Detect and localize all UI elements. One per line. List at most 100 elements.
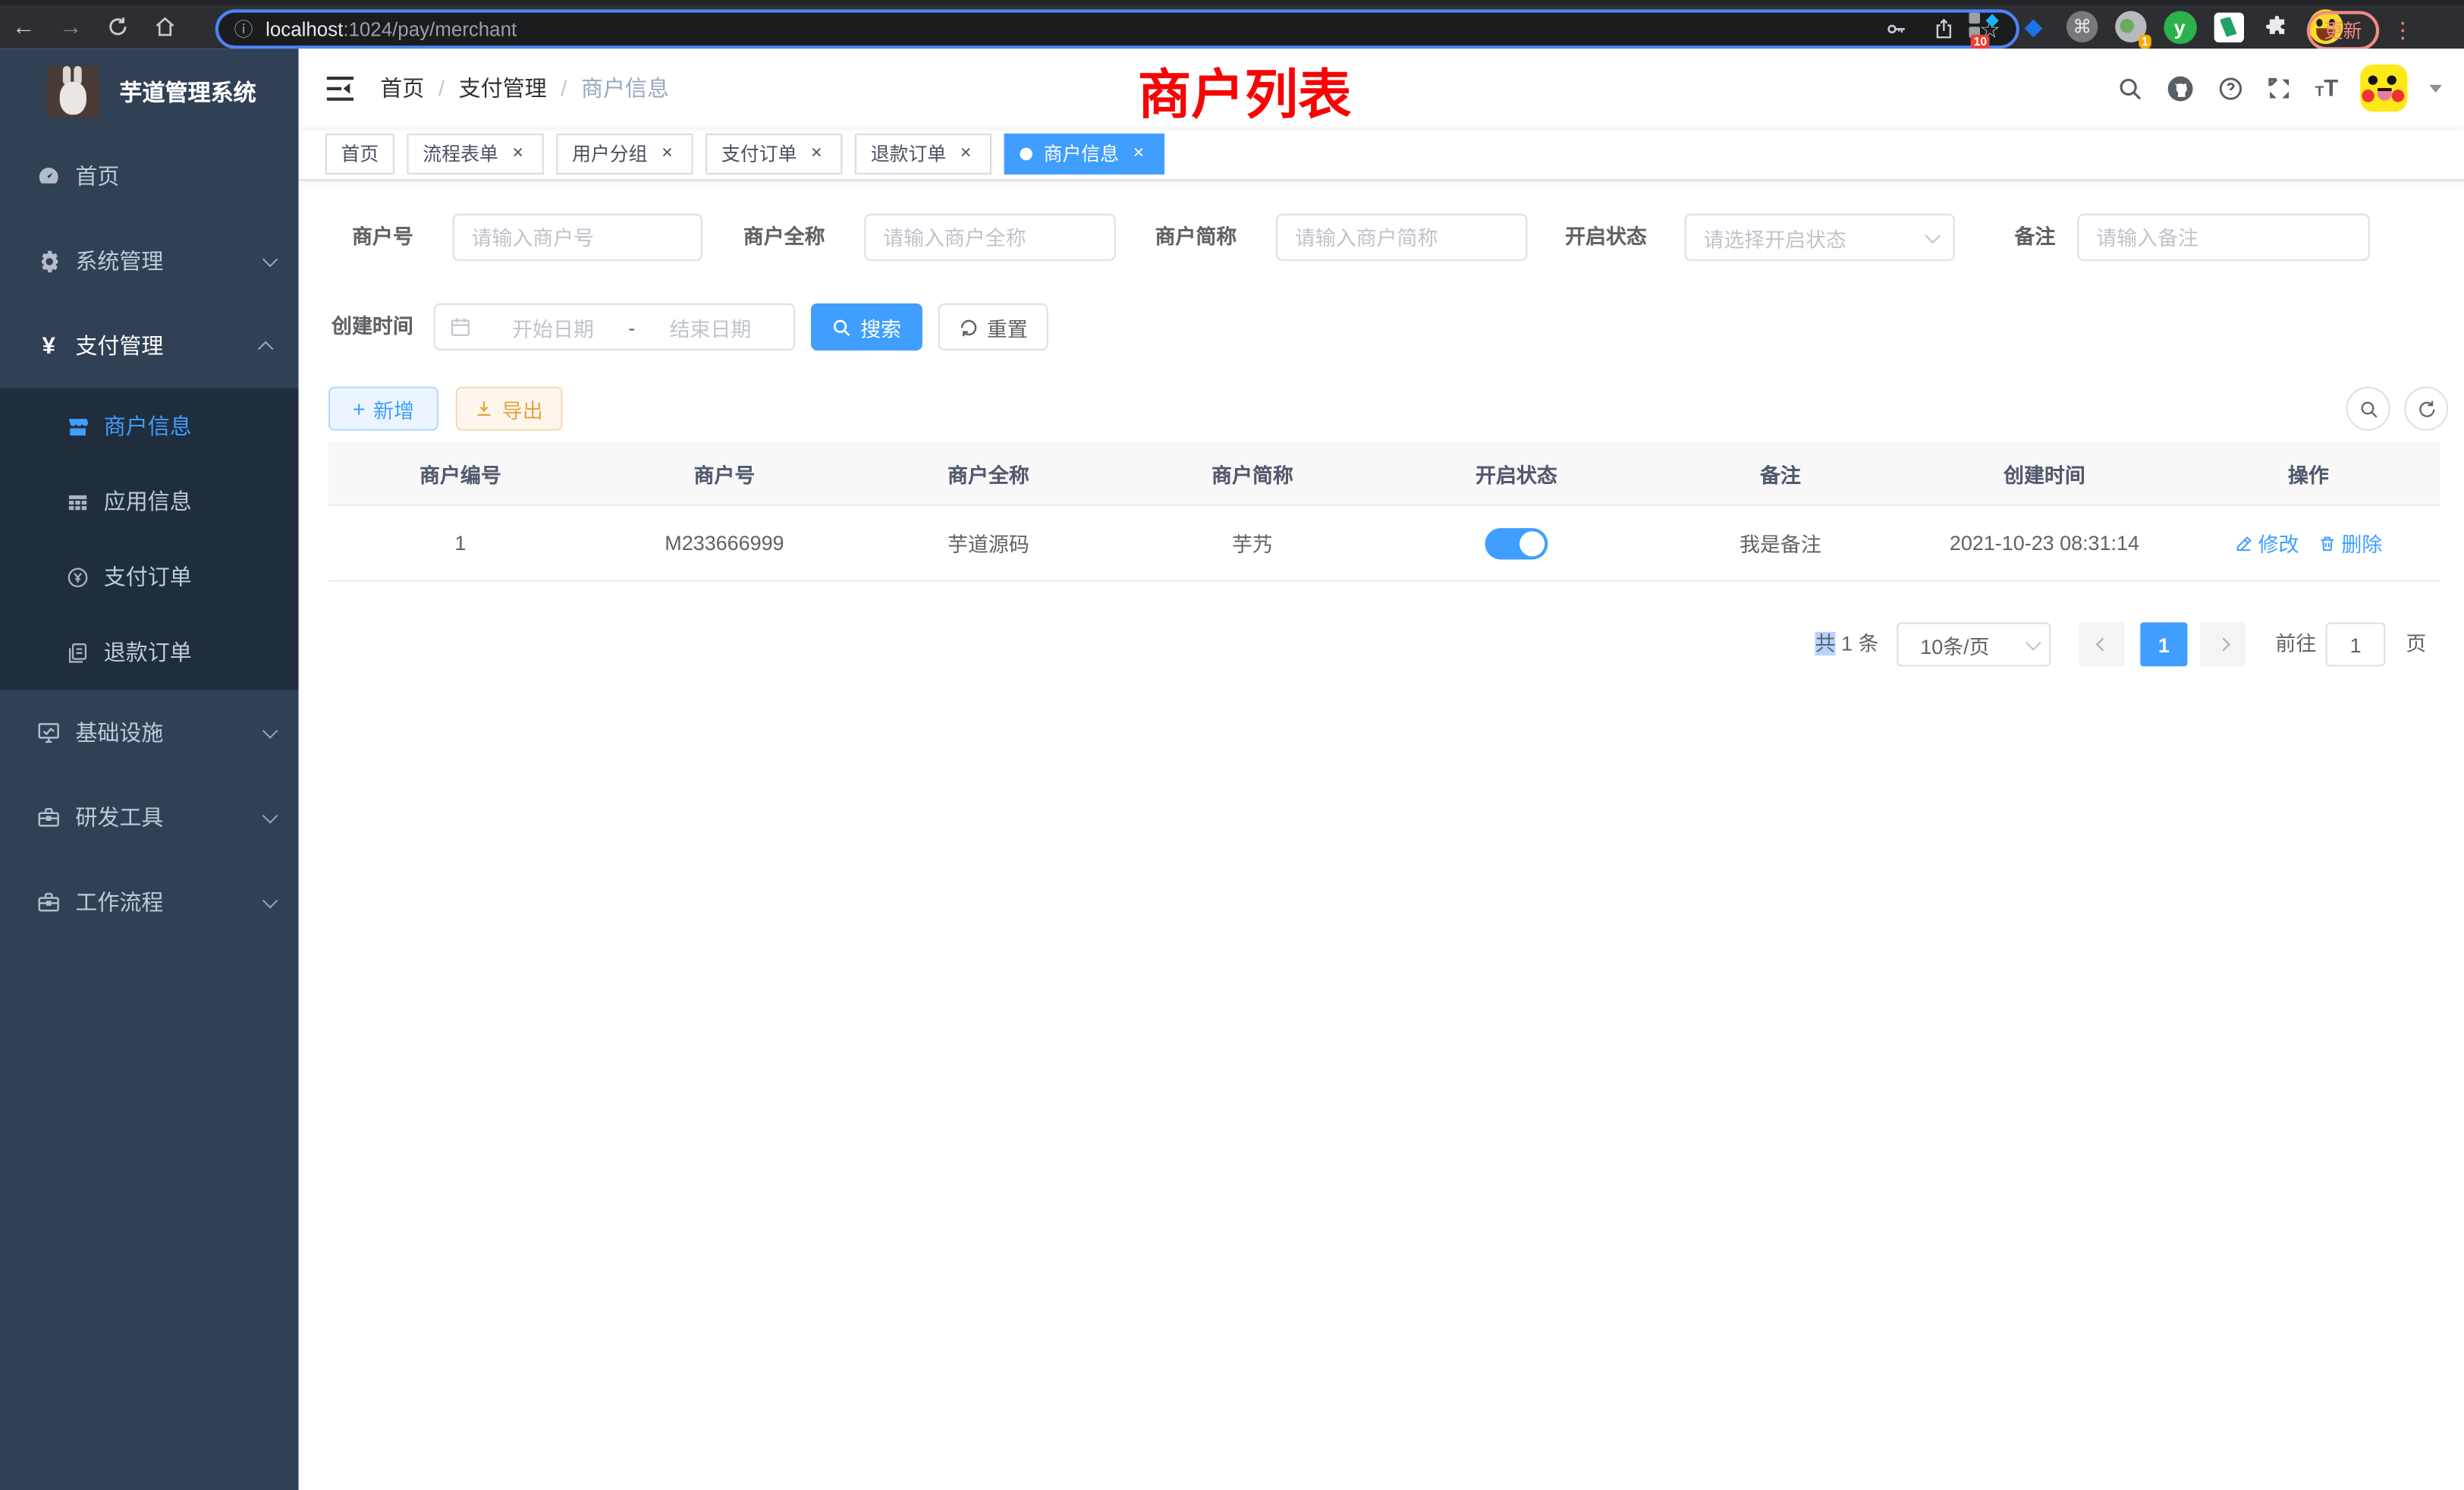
close-icon[interactable] (657, 143, 677, 164)
address-bar[interactable]: ⓘ localhost:1024/pay/merchant ☆ (215, 9, 2019, 49)
document-icon (66, 640, 90, 664)
page-size-select[interactable]: 10条/页 (1897, 622, 2051, 666)
sidebar-item-label: 系统管理 (75, 245, 262, 276)
sidebar-item-merchant-info[interactable]: 商户信息 (0, 388, 299, 464)
app-logo[interactable]: 芋道管理系统 (0, 49, 299, 134)
chevron-down-icon (262, 807, 278, 823)
tabs-extension-icon[interactable]: ◆ 10 (1967, 9, 2002, 44)
date-range-picker[interactable]: 开始日期 - 结束日期 (434, 303, 795, 350)
search-icon (2358, 398, 2378, 419)
help-icon[interactable] (2217, 74, 2244, 101)
add-button[interactable]: + 新增 (328, 387, 438, 431)
search-icon[interactable] (2117, 74, 2144, 101)
merchant-table: 商户编号 商户号 商户全称 商户简称 开启状态 备注 创建时间 操作 1 M23… (328, 442, 2440, 581)
sidebar-item-app-info[interactable]: 应用信息 (0, 464, 299, 539)
prev-page-button[interactable] (2079, 622, 2125, 666)
goto-page-input[interactable] (2326, 622, 2386, 666)
cell-create-time: 2021-10-23 08:31:14 (1912, 531, 2176, 555)
gem-extension-icon[interactable]: ◆ (2016, 9, 2051, 44)
tab-process-form[interactable]: 流程表单 (407, 133, 544, 174)
back-icon[interactable]: ← (0, 14, 47, 40)
next-page-button[interactable] (2200, 622, 2246, 666)
chrome-update-button[interactable]: 更新 (2307, 11, 2379, 51)
sidebar-item-workflow[interactable]: 工作流程 (0, 860, 299, 945)
fullscreen-icon[interactable] (2267, 74, 2293, 101)
export-button[interactable]: 导出 (456, 387, 563, 431)
sidebar-item-label: 退款订单 (104, 637, 192, 668)
status-select[interactable]: 请选择开启状态 (1685, 214, 1955, 261)
sidebar-item-pay-orders[interactable]: 支付订单 (0, 539, 299, 615)
calendar-icon (449, 316, 471, 338)
tags-view-bar: 首页 流程表单 用户分组 支付订单 退款订单 商户信息 (299, 127, 2464, 181)
status-toggle[interactable] (1485, 527, 1548, 558)
breadcrumb: 首页 / 支付管理 / 商户信息 (380, 72, 669, 103)
tab-refund-orders[interactable]: 退款订单 (855, 133, 992, 174)
chrome-menu-icon[interactable]: ⋮ (2392, 17, 2414, 44)
status-label: 开启状态 (1509, 214, 1647, 261)
tray-extension-icon[interactable]: 1 (2114, 9, 2148, 44)
create-time-label: 创建时间 (299, 303, 413, 350)
search-button[interactable]: 搜索 (811, 303, 922, 350)
table-row: 1 M233666999 芋道源码 芋艿 我是备注 2021-10-23 08:… (328, 506, 2440, 581)
sidebar: 芋道管理系统 首页 系统管理 ¥ 支付管理 (0, 49, 299, 1490)
breadcrumb-payment[interactable]: 支付管理 (459, 72, 547, 103)
tab-home[interactable]: 首页 (325, 133, 394, 174)
toggle-search-button[interactable] (2346, 387, 2390, 431)
chevron-down-icon (1925, 228, 1941, 244)
tab-user-group[interactable]: 用户分组 (556, 133, 693, 174)
breadcrumb-home[interactable]: 首页 (380, 72, 424, 103)
user-avatar[interactable] (2360, 64, 2407, 112)
tab-pay-orders[interactable]: 支付订单 (706, 133, 842, 174)
extension-badge: 1 (2139, 34, 2151, 49)
cell-merchant-id: 1 (328, 531, 592, 555)
close-icon[interactable] (508, 143, 528, 164)
sidebar-item-label: 应用信息 (104, 486, 192, 517)
url-path: :1024/pay/merchant (343, 18, 517, 40)
github-icon[interactable] (2166, 73, 2195, 102)
refresh-table-button[interactable] (2404, 387, 2448, 431)
tab-merchant-info[interactable]: 商户信息 (1004, 133, 1164, 174)
page-number-1[interactable]: 1 (2140, 622, 2187, 666)
close-icon[interactable] (806, 143, 827, 164)
sidebar-item-home[interactable]: 首页 (0, 134, 299, 218)
shortcut-extension-icon[interactable]: ⌘ (2065, 9, 2100, 44)
short-name-input[interactable] (1276, 214, 1527, 261)
delete-link[interactable]: 删除 (2318, 528, 2382, 558)
sidebar-item-infrastructure[interactable]: 基础设施 (0, 690, 299, 775)
cell-short-name: 芋艿 (1120, 528, 1384, 558)
share-icon[interactable] (1932, 17, 1954, 41)
edit-link[interactable]: 修改 (2235, 528, 2299, 558)
forward-icon[interactable]: → (47, 14, 94, 40)
password-key-icon[interactable] (1884, 17, 1907, 41)
collapse-sidebar-icon[interactable] (325, 74, 355, 101)
cell-merchant-no: M233666999 (592, 531, 856, 555)
sidebar-item-system[interactable]: 系统管理 (0, 218, 299, 303)
remark-input[interactable] (2077, 214, 2369, 261)
reload-icon[interactable] (94, 16, 141, 38)
column-header: 操作 (2176, 458, 2440, 488)
full-name-label: 商户全称 (691, 214, 825, 261)
screen: ← → ⓘ localhost:1024/pay/merchant ☆ ◆ 10 (0, 0, 2464, 1490)
sidebar-item-payment[interactable]: ¥ 支付管理 (0, 303, 299, 388)
column-header: 商户简称 (1120, 458, 1384, 488)
main-panel: 首页 / 支付管理 / 商户信息 商户列表 (299, 49, 2464, 1490)
home-icon[interactable] (141, 16, 188, 38)
user-menu-caret-icon[interactable] (2429, 84, 2442, 92)
chevron-down-icon (262, 892, 278, 908)
sidebar-item-dev-tools[interactable]: 研发工具 (0, 775, 299, 860)
annotation-overlay: 商户列表 (1087, 52, 1401, 129)
y-extension-icon[interactable]: y (2162, 9, 2197, 44)
reset-button[interactable]: 重置 (938, 303, 1048, 350)
font-size-icon[interactable]: TT (2315, 74, 2338, 101)
sidebar-item-refund-orders[interactable]: 退款订单 (0, 615, 299, 690)
page-content: 商户号 商户全称 商户简称 开启状态 请选择开启状态 备注 创建时间 (299, 181, 2464, 1490)
chevron-left-icon (2095, 638, 2109, 652)
close-icon[interactable] (956, 143, 976, 164)
full-name-input[interactable] (864, 214, 1115, 261)
plus-icon: + (353, 398, 366, 420)
close-icon[interactable] (1128, 143, 1149, 164)
merchant-no-input[interactable] (453, 214, 702, 261)
extensions-strip: ◆ 10 ◆ ⌘ 1 y (1967, 5, 2343, 49)
site-info-icon[interactable]: ⓘ (234, 16, 253, 42)
notes-extension-icon[interactable] (2211, 9, 2246, 44)
